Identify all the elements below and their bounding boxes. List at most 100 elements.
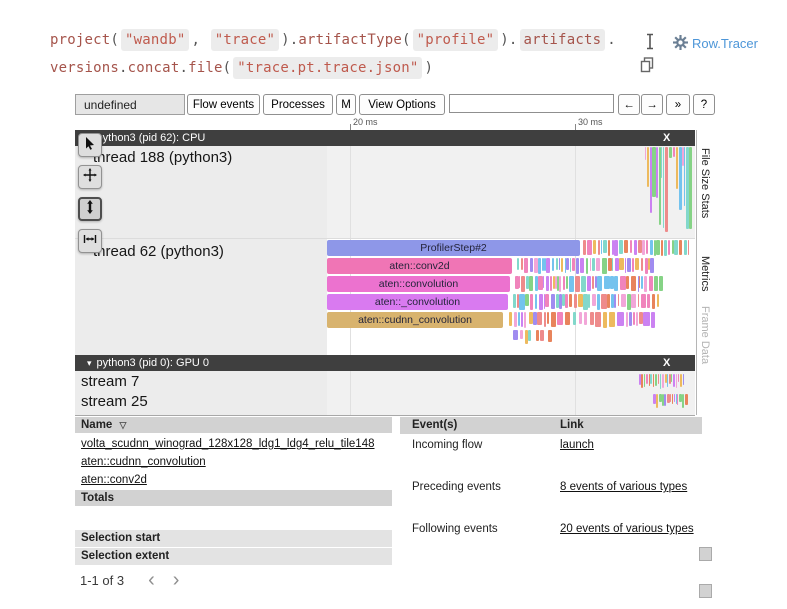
trace-slice	[530, 294, 533, 310]
trace-slice	[636, 312, 638, 326]
trace-slice	[540, 330, 545, 341]
trace-slice	[634, 240, 637, 255]
close-icon[interactable]: X	[663, 355, 670, 371]
trace-slice	[530, 258, 533, 272]
timing-tool-button[interactable]	[78, 229, 102, 253]
trace-slice	[609, 312, 615, 327]
event-link[interactable]: 8 events of various types	[560, 479, 687, 496]
name-column-header[interactable]: Name ▽	[75, 417, 392, 433]
name-header-label: Name	[81, 419, 112, 431]
trace-slice	[619, 258, 624, 270]
cpu-header-label: python3 (pid 62): CPU	[97, 132, 206, 144]
trace-slice	[660, 374, 662, 389]
trace-slice	[641, 294, 646, 308]
flow-events-button[interactable]: Flow events	[187, 94, 260, 115]
help-button[interactable]: ?	[693, 94, 715, 115]
tab-metrics[interactable]: Metrics	[699, 256, 711, 291]
trace-slice	[536, 330, 539, 341]
vertical-zoom-tool-icon	[83, 200, 97, 219]
collapse-icon[interactable]: ▾	[87, 358, 92, 368]
m-button[interactable]: M	[336, 94, 356, 115]
trace-slice	[678, 374, 680, 382]
scrollbar-thumb[interactable]	[699, 547, 712, 561]
trace-slice	[649, 276, 653, 291]
trace-slice	[612, 258, 613, 271]
close-icon[interactable]: X	[663, 130, 670, 146]
pan-tool-button[interactable]	[78, 165, 102, 189]
trace-slice	[652, 294, 655, 309]
trace-slice	[631, 294, 636, 308]
event-row: Incoming flow launch	[400, 437, 702, 454]
trace-slice	[601, 240, 603, 254]
gpu-process-header[interactable]: ▾python3 (pid 0): GPU 0 X	[75, 355, 695, 371]
trace-slice	[627, 258, 631, 272]
trace-slice	[576, 258, 580, 274]
kernel-link[interactable]: aten::conv2d	[81, 474, 147, 486]
nav-left-button[interactable]: ←	[618, 94, 640, 115]
tab-file-size-stats[interactable]: File Size Stats	[699, 148, 711, 218]
trace-slice	[689, 147, 692, 229]
trace-slice	[539, 294, 543, 310]
trace-slice	[519, 276, 520, 288]
trace-slice	[551, 294, 555, 309]
trace-slice	[552, 258, 555, 271]
page: project("wandb", "trace").artifactType("…	[0, 0, 787, 609]
cpu-process-header[interactable]: ▾python3 (pid 62): CPU X	[75, 130, 695, 146]
trace-slice	[659, 276, 663, 291]
gear-icon[interactable]	[673, 35, 688, 55]
event-link[interactable]: 20 events of various types	[560, 521, 694, 538]
trace-slice	[657, 294, 659, 307]
trace-slice	[656, 240, 660, 255]
trace-slice	[565, 312, 571, 325]
trace-slice	[650, 240, 653, 255]
sort-icon[interactable]: ▽	[120, 420, 127, 430]
trace-slice	[597, 294, 600, 310]
nav-right-button[interactable]: →	[641, 94, 663, 115]
event-link[interactable]: launch	[560, 437, 594, 454]
trace-slice	[608, 258, 612, 271]
trace-slice	[631, 276, 636, 291]
kernel-link[interactable]: aten::cudnn_convolution	[81, 456, 206, 468]
code-block: project("wandb", "trace").artifactType("…	[50, 26, 616, 82]
trace-slice	[559, 276, 561, 292]
scroll-corner[interactable]	[699, 584, 712, 598]
row-tracer-link[interactable]: Row.Tracer	[692, 36, 758, 51]
trace-slice	[656, 147, 658, 198]
event-label: Preceding events	[412, 479, 501, 496]
trace-slice	[646, 374, 648, 384]
copy-icon[interactable]	[640, 57, 654, 78]
trace-slice	[588, 294, 590, 308]
trace-slice	[641, 258, 643, 271]
trace-slice	[587, 276, 591, 291]
pointer-tool-button[interactable]	[78, 133, 102, 157]
ibeam-cursor-icon	[643, 33, 657, 55]
trace-slice	[538, 258, 541, 274]
trace-slice	[624, 240, 628, 253]
processes-button[interactable]: Processes	[263, 94, 333, 115]
trace-slice	[534, 258, 538, 273]
prev-page-icon[interactable]: ‹	[148, 570, 155, 590]
tab-frame-data[interactable]: Frame Data	[699, 306, 711, 364]
next-page-icon[interactable]: ›	[173, 570, 180, 590]
trace-slice	[521, 312, 523, 327]
nav-skip-button[interactable]: »	[666, 94, 690, 115]
view-options-button[interactable]: View Options	[359, 94, 445, 115]
kernel-link[interactable]: volta_scudnn_winograd_128x128_ldg1_ldg4_…	[81, 438, 375, 450]
trace-slice	[668, 240, 670, 255]
viewer-title: undefined	[75, 94, 185, 115]
pagination: 1-1 of 3 ‹ ›	[80, 568, 179, 592]
trace-slice	[683, 374, 684, 385]
slice-row	[327, 312, 695, 328]
trace-slice	[614, 276, 618, 291]
trace-slice	[579, 312, 583, 324]
trace-slice	[569, 294, 572, 307]
event-row: Preceding events 8 events of various typ…	[400, 479, 702, 496]
vertical-zoom-tool-button[interactable]	[78, 197, 102, 221]
trace-slice	[664, 394, 666, 406]
trace-slice	[543, 276, 544, 288]
toolbar-search-input[interactable]	[449, 94, 614, 113]
trace-slice	[601, 294, 607, 309]
trace-slice	[519, 294, 525, 310]
trace-slice	[629, 312, 633, 326]
trace-slice	[517, 258, 519, 270]
